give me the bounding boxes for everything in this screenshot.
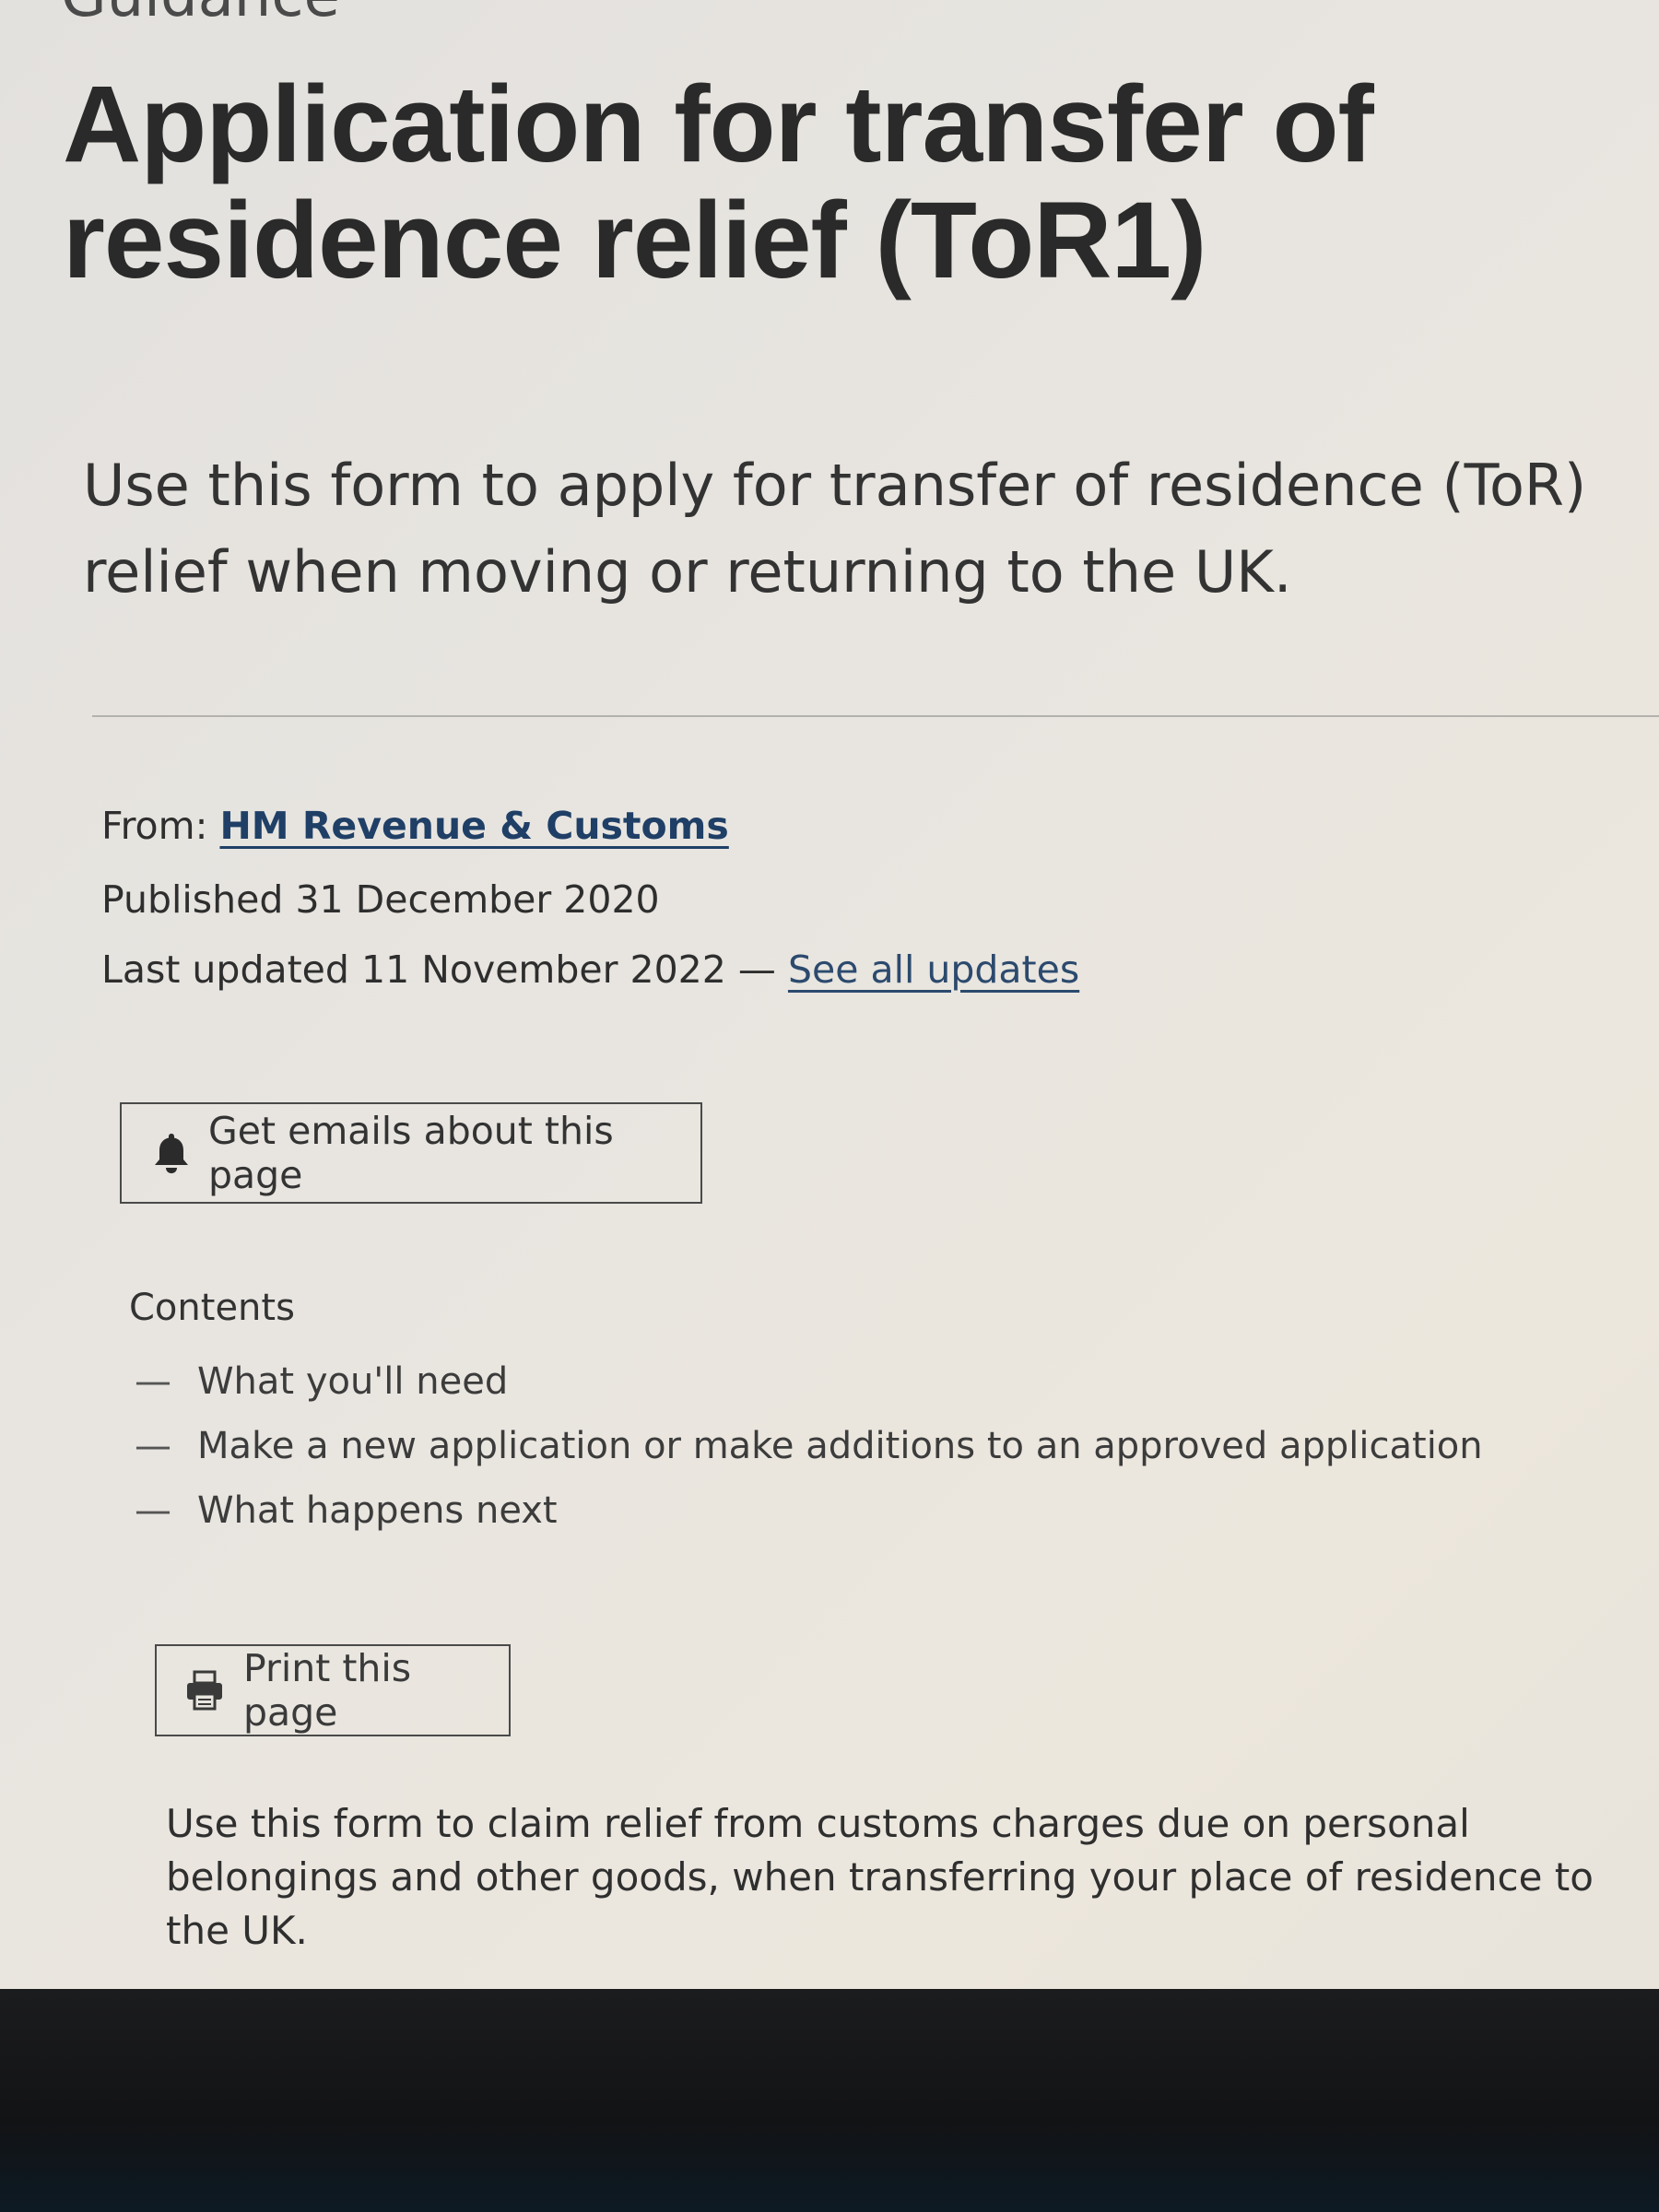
body-paragraph: Use this form to claim relief from custo… (166, 1801, 1594, 1953)
organisation-link[interactable]: HM Revenue & Customs (219, 804, 728, 848)
page-lede: Use this form to apply for transfer of r… (83, 452, 1587, 606)
contents-dash: — (135, 1489, 171, 1532)
get-emails-label: Get emails about this page (208, 1109, 614, 1197)
updated-separator: — (737, 947, 776, 992)
contents-item: — What happens next (135, 1478, 1483, 1543)
updated-date: 11 November 2022 (360, 947, 726, 992)
published-date: 31 December 2020 (295, 877, 660, 922)
browser-viewport: Guidance Application for transfer of res… (0, 0, 1659, 1989)
metadata-from: From: HM Revenue & Customs (101, 807, 729, 845)
printer-icon (184, 1670, 225, 1711)
updated-label: Last updated (101, 947, 349, 992)
page-caption: Guidance (61, 0, 340, 26)
contents-dash: — (135, 1425, 171, 1467)
monitor-bezel (0, 1989, 1659, 2212)
contents-link-what-youll-need[interactable]: What you'll need (197, 1360, 508, 1403)
print-label: Print this page (243, 1646, 412, 1735)
contents-link-make-application[interactable]: Make a new application or make additions… (197, 1425, 1483, 1467)
contents-link-what-happens-next[interactable]: What happens next (197, 1489, 558, 1532)
contents-item: — Make a new application or make addition… (135, 1414, 1483, 1478)
print-button[interactable]: Print this page (155, 1644, 511, 1736)
contents-item: — What you'll need (135, 1349, 1483, 1414)
bell-icon (153, 1132, 190, 1174)
published-label: Published (101, 877, 284, 922)
see-all-updates-link[interactable]: See all updates (788, 947, 1079, 992)
contents-dash: — (135, 1360, 171, 1403)
contents-list: — What you'll need — Make a new applicatio… (135, 1349, 1483, 1543)
metadata-updated: Last updated 11 November 2022 — See all … (101, 951, 1079, 989)
get-emails-button[interactable]: Get emails about this page (120, 1102, 702, 1204)
page-title: Application for transfer of residence re… (63, 64, 1374, 301)
from-label: From: (101, 804, 208, 848)
metadata-published: Published 31 December 2020 (101, 881, 660, 919)
contents-heading: Contents (129, 1287, 295, 1329)
section-divider (92, 715, 1659, 717)
